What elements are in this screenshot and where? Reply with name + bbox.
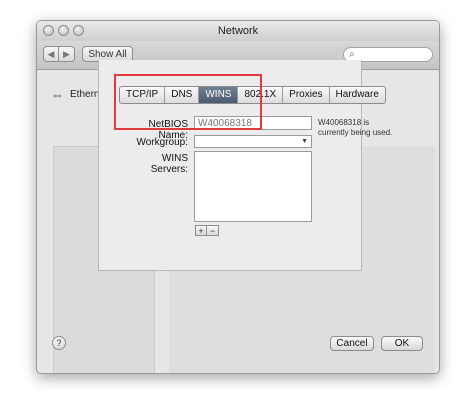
wins-servers-list[interactable] [194, 151, 312, 222]
wins-servers-label: WINS Servers: [150, 153, 188, 175]
chevron-right-icon: ▶ [63, 48, 70, 59]
tab-proxies[interactable]: Proxies [283, 87, 330, 103]
network-arrows-icon: ⇔ [51, 87, 64, 102]
netbios-status-note: W40068318 is currently being used. [318, 118, 393, 137]
nav-buttons: ◀ ▶ [43, 46, 75, 62]
tab-hardware[interactable]: Hardware [330, 87, 385, 103]
highlight-box [114, 74, 262, 130]
ok-button[interactable]: OK [381, 336, 423, 351]
help-button[interactable]: ? [52, 336, 66, 350]
chevron-left-icon: ◀ [47, 48, 55, 59]
wins-servers-controls: + − [195, 225, 219, 236]
add-server-button[interactable]: + [195, 225, 207, 236]
workgroup-select[interactable]: ▼ [194, 135, 312, 148]
back-button[interactable]: ◀ [43, 46, 59, 62]
magnifier-icon: ⌕ [349, 49, 355, 60]
remove-server-button[interactable]: − [207, 225, 219, 236]
title-bar: Network [37, 21, 439, 42]
chevron-down-icon: ▼ [301, 138, 308, 145]
window-title: Network [217, 25, 259, 37]
workgroup-label: Workgroup: [136, 137, 188, 148]
cancel-button[interactable]: Cancel [330, 336, 374, 351]
forward-button[interactable]: ▶ [59, 46, 75, 62]
